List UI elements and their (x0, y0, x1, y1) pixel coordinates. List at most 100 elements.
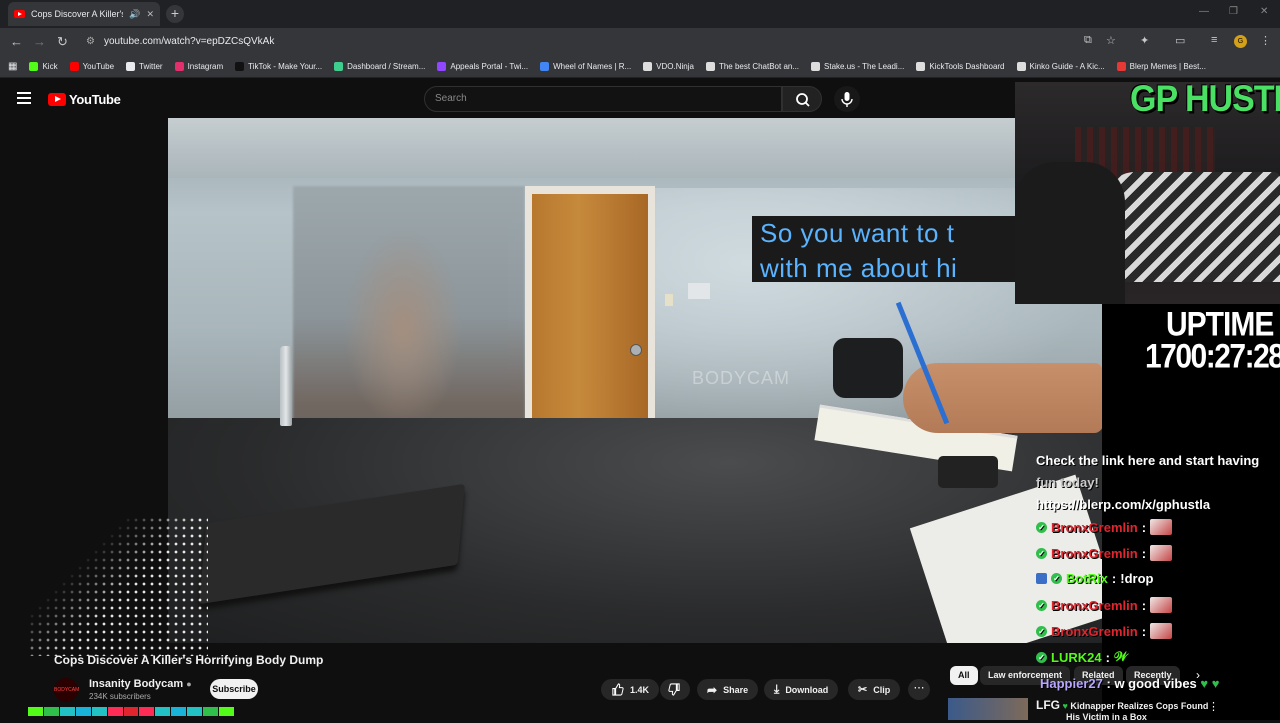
chat-emote-icon (1150, 519, 1173, 535)
close-tab-icon[interactable]: ✕ (146, 9, 154, 20)
door-knob (630, 344, 642, 356)
bookmark-kick[interactable]: Kick (29, 62, 58, 71)
verified-check-icon: ✓ (1036, 625, 1047, 637)
chat-emote-icon (1150, 597, 1173, 613)
kick-icon (29, 62, 39, 71)
media-controls-icon[interactable]: ≡ (1211, 34, 1217, 46)
apps-grid-icon[interactable]: ▦ (8, 61, 17, 72)
bookmark-star-icon[interactable]: ☆ (1106, 34, 1116, 47)
site-info-icon[interactable]: ⚙ (86, 32, 95, 52)
strip-segment (123, 707, 139, 716)
bookmark-tiktok[interactable]: TikTok - Make Your... (235, 62, 322, 71)
bookmark-appeals[interactable]: Appeals Portal - Twi... (437, 62, 528, 71)
like-button[interactable]: 1.4K (601, 679, 659, 700)
chrome-menu-icon[interactable]: ⋮ (1260, 34, 1271, 47)
bookmark-label: Kinko Guide - A Kic... (1029, 62, 1105, 71)
chat-message: ✓ BronxGremlin : (1036, 623, 1173, 639)
voice-search-button[interactable] (834, 86, 860, 112)
bookmark-label: VDO.Ninja (656, 62, 694, 71)
dislike-button[interactable] (660, 679, 690, 700)
close-window-icon[interactable]: ✕ (1260, 6, 1268, 17)
address-bar[interactable]: ⚙ youtube.com/watch?v=epDZCsQVkAk (80, 32, 1110, 52)
bookmark-dashboard[interactable]: Dashboard / Stream... (334, 62, 425, 71)
bookmark-youtube[interactable]: YouTube (69, 62, 114, 71)
strip-segment (203, 707, 219, 716)
chat-username: BronxGremlin (1051, 623, 1138, 639)
more-actions-button[interactable]: ⋯ (908, 679, 930, 700)
chat-message: ✓ LURK24 : 𝒲 (1036, 649, 1128, 665)
clip-button[interactable]: ✂ Clip (848, 679, 901, 700)
channel-name[interactable]: Insanity Bodycam ● (89, 678, 192, 690)
subscribe-button[interactable]: Subscribe (210, 679, 258, 699)
bookmark-label: Wheel of Names | R... (553, 62, 632, 71)
chat-lfg: LFG (1036, 698, 1060, 712)
video-ceiling (168, 118, 1102, 178)
bookmark-blerp[interactable]: Blerp Memes | Best... (1116, 62, 1206, 71)
bookmark-wheel[interactable]: Wheel of Names | R... (540, 62, 631, 71)
office-chair (833, 338, 903, 398)
webcam-couch (1105, 172, 1280, 282)
bookmark-label: Appeals Portal - Twi... (450, 62, 529, 71)
profile-avatar[interactable]: G (1234, 35, 1247, 48)
search-input[interactable]: Search (424, 86, 782, 112)
strip-segment (219, 707, 234, 716)
verified-check-icon: ✓ (1036, 547, 1047, 559)
bookmark-twitter[interactable]: Twitter (126, 62, 163, 71)
download-button[interactable]: ⤓ Download (764, 679, 839, 700)
tab-title: Cops Discover A Killer's Ho (31, 9, 124, 19)
bookmark-label: The best ChatBot an... (718, 62, 800, 71)
x-twitter-icon (126, 62, 136, 71)
minimize-icon[interactable]: — (1199, 6, 1209, 17)
channel-avatar[interactable]: BODYCAM (54, 678, 79, 702)
more-dots-icon: ⋯ (913, 682, 925, 694)
chat-message: Happier27 : w good vibes ♥ ♥ (1040, 676, 1219, 691)
channel-name-text: Insanity Bodycam (89, 678, 184, 690)
recommended-title-line-1: Kidnapper Realizes Cops Found (1070, 701, 1209, 711)
youtube-logo[interactable]: YouTube (48, 92, 121, 107)
forward-icon[interactable]: → (33, 34, 46, 49)
bookmark-label: Twitter (139, 62, 163, 71)
new-tab-button[interactable]: + (166, 5, 184, 23)
video-player[interactable]: BODYCAM So you want to t with me about h… (168, 118, 1102, 643)
bookmark-label: Dashboard / Stream... (347, 62, 426, 71)
bookmark-stake[interactable]: Stake.us - The Leadi... (811, 62, 904, 71)
radio (938, 456, 998, 488)
uptime-value: 1700:27:28 (1145, 337, 1280, 376)
search-button[interactable] (782, 86, 822, 112)
share-button[interactable]: ➦ Share (697, 679, 759, 700)
bookmark-instagram[interactable]: Instagram (174, 62, 223, 71)
bookmark-kinko[interactable]: Kinko Guide - A Kic... (1016, 62, 1105, 71)
extensions-icon[interactable]: ✦ (1140, 34, 1149, 47)
wooden-door (532, 194, 648, 426)
browser-tab[interactable]: Cops Discover A Killer's Ho 🔊 ✕ (8, 2, 160, 26)
bookmark-chatbot[interactable]: The best ChatBot an... (705, 62, 800, 71)
youtube-play-icon (48, 93, 66, 106)
bookmark-label: KickTools Dashboard (929, 62, 1005, 71)
bookmark-kicktools[interactable]: KickTools Dashboard (916, 62, 1005, 71)
youtube-favicon-icon (14, 10, 25, 18)
water-bottle (280, 346, 292, 426)
strip-segment (139, 707, 155, 716)
recommended-thumbnail[interactable] (948, 698, 1028, 720)
twitch-icon (437, 62, 447, 71)
recommended-menu-icon[interactable]: ⋮ (1208, 700, 1219, 713)
verified-check-icon: ✓ (1036, 599, 1047, 611)
kinko-icon (1016, 62, 1026, 71)
download-icon: ⤓ (774, 682, 780, 696)
scissors-icon: ✂ (858, 684, 868, 696)
bookmarks-bar: ▦ Kick YouTube Twitter Instagram TikTok … (0, 56, 1280, 78)
bookmark-vdo[interactable]: VDO.Ninja (643, 62, 694, 71)
menu-icon[interactable] (17, 92, 31, 104)
strip-segment (43, 707, 59, 716)
reload-icon[interactable]: ↻ (57, 34, 68, 50)
cast-icon[interactable]: ▭ (1175, 34, 1185, 47)
speaker-icon[interactable]: 🔊 (129, 9, 140, 20)
maximize-icon[interactable]: ❐ (1229, 6, 1238, 17)
install-app-icon[interactable]: ⧉ (1084, 34, 1092, 47)
strip-segment (91, 707, 107, 716)
chat-separator: : (1111, 571, 1117, 586)
back-icon[interactable]: ← (10, 34, 23, 49)
subscriber-count: 234K subscribers (89, 692, 151, 701)
chip-all[interactable]: All (950, 666, 978, 685)
chat-username: BronxGremlin (1051, 545, 1138, 561)
